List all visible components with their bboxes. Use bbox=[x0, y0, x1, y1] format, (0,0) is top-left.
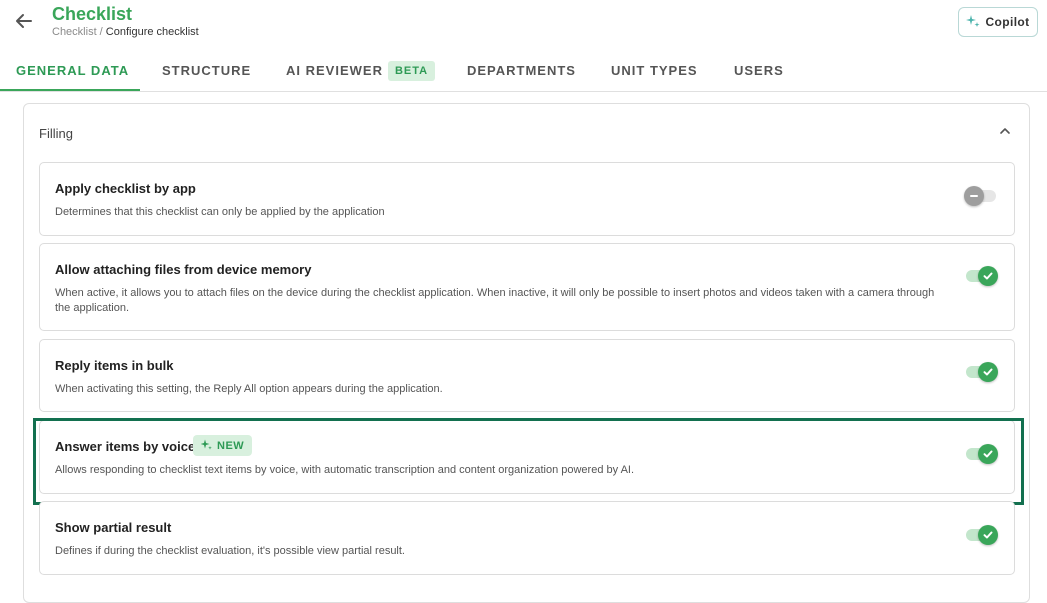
chevron-up-icon[interactable] bbox=[998, 124, 1012, 138]
section-title: Filling bbox=[39, 126, 73, 141]
toggle-reply-bulk[interactable] bbox=[964, 362, 998, 382]
breadcrumb-parent[interactable]: Checklist bbox=[52, 26, 97, 38]
setting-card-apply-by-app: Apply checklist by app Determines that t… bbox=[39, 162, 1015, 236]
beta-badge: BETA bbox=[387, 60, 436, 81]
tab-label: AI REVIEWER bbox=[286, 63, 383, 78]
tab-unit-types[interactable]: UNIT TYPES bbox=[611, 50, 698, 91]
setting-title: Apply checklist by app bbox=[55, 181, 196, 196]
tab-departments[interactable]: DEPARTMENTS bbox=[467, 50, 576, 91]
page-title: Checklist bbox=[52, 4, 133, 24]
sparkle-icon bbox=[200, 439, 212, 453]
tab-label: DEPARTMENTS bbox=[467, 63, 576, 78]
check-icon bbox=[978, 525, 998, 545]
tab-bar: GENERAL DATA STRUCTURE AI REVIEWER BETA D… bbox=[0, 50, 1047, 92]
toggle-answer-voice[interactable] bbox=[964, 444, 998, 464]
check-icon bbox=[978, 362, 998, 382]
setting-description: When activating this setting, the Reply … bbox=[55, 383, 443, 395]
setting-card-attach-files: Allow attaching files from device memory… bbox=[39, 243, 1015, 331]
breadcrumb-current: Configure checklist bbox=[105, 26, 199, 38]
setting-card-answer-voice: Answer items by voice NEW Allows respond… bbox=[39, 420, 1015, 494]
active-tab-indicator bbox=[0, 89, 140, 91]
back-arrow-icon[interactable] bbox=[14, 11, 34, 31]
minus-icon bbox=[964, 186, 984, 206]
toggle-attach-files[interactable] bbox=[964, 266, 998, 286]
setting-title: Reply items in bulk bbox=[55, 358, 174, 373]
setting-title: Answer items by voice bbox=[55, 439, 196, 454]
setting-card-reply-bulk: Reply items in bulk When activating this… bbox=[39, 339, 1015, 412]
copilot-label: Copilot bbox=[985, 15, 1030, 29]
toggle-apply-by-app[interactable] bbox=[964, 186, 998, 206]
setting-card-partial-result: Show partial result Defines if during th… bbox=[39, 501, 1015, 575]
breadcrumb: Checklist / Configure checklist bbox=[52, 26, 199, 38]
page-header: Checklist Checklist / Configure checklis… bbox=[0, 0, 1047, 48]
copilot-button[interactable]: Copilot bbox=[958, 7, 1038, 37]
new-badge: NEW bbox=[193, 435, 253, 456]
setting-description: When active, it allows you to attach fil… bbox=[55, 287, 935, 314]
tab-label: GENERAL DATA bbox=[16, 63, 130, 78]
tab-label: STRUCTURE bbox=[162, 63, 252, 78]
breadcrumb-separator: / bbox=[96, 26, 106, 38]
check-icon bbox=[978, 444, 998, 464]
setting-description: Allows responding to checklist text item… bbox=[55, 464, 635, 476]
setting-title: Allow attaching files from device memory bbox=[55, 262, 312, 277]
tab-label: USERS bbox=[734, 63, 784, 78]
check-icon bbox=[978, 266, 998, 286]
tab-ai-reviewer[interactable]: AI REVIEWER BETA bbox=[286, 50, 436, 91]
setting-description: Defines if during the checklist evaluati… bbox=[55, 545, 405, 557]
setting-title: Show partial result bbox=[55, 520, 172, 535]
sparkle-icon bbox=[966, 14, 980, 31]
tab-structure[interactable]: STRUCTURE bbox=[162, 50, 251, 91]
tab-label: UNIT TYPES bbox=[611, 63, 698, 78]
new-badge-label: NEW bbox=[217, 439, 245, 452]
setting-description: Determines that this checklist can only … bbox=[55, 206, 385, 218]
toggle-partial-result[interactable] bbox=[964, 525, 998, 545]
tab-general-data[interactable]: GENERAL DATA bbox=[16, 50, 129, 91]
tab-users[interactable]: USERS bbox=[734, 50, 784, 91]
